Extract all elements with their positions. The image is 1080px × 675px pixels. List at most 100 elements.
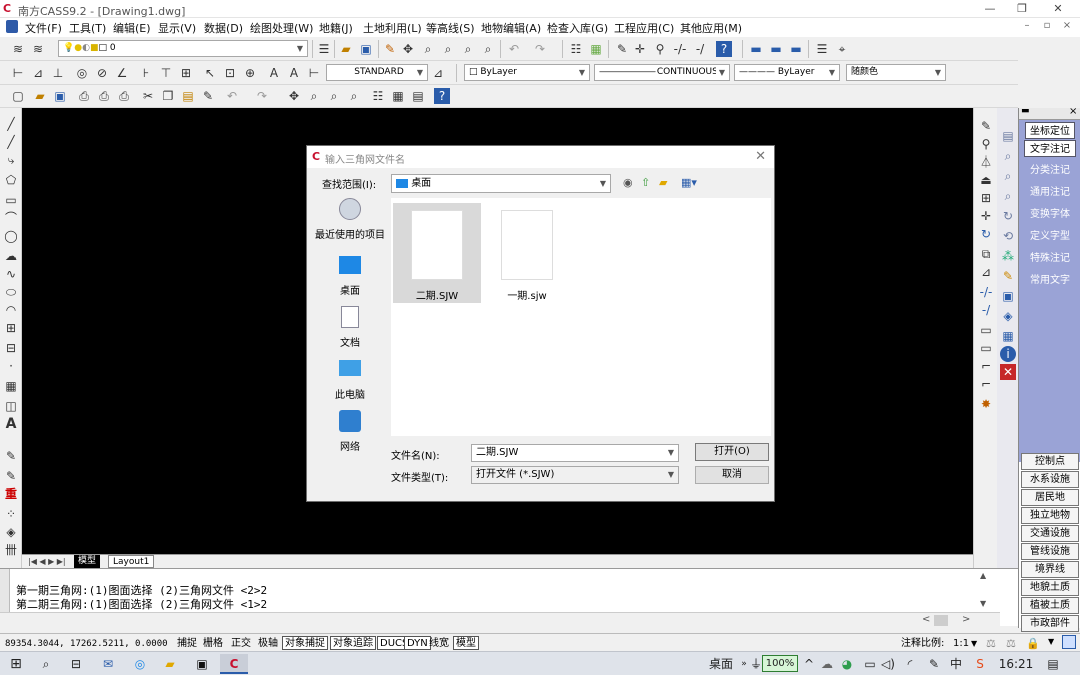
- panel-button-vegetation[interactable]: 植被土质: [1021, 597, 1079, 614]
- explode-icon[interactable]: ✸: [978, 396, 994, 412]
- panel-button-residential[interactable]: 居民地: [1021, 489, 1079, 506]
- tool-palette-icon[interactable]: ▤: [410, 88, 426, 104]
- dim-diameter-icon[interactable]: ⊘: [94, 65, 110, 81]
- clock[interactable]: 16:21: [998, 654, 1034, 674]
- menu-view[interactable]: 显示(V): [158, 20, 196, 36]
- node-icon[interactable]: ⚲: [652, 41, 668, 57]
- desktop-toolbar-label[interactable]: 桌面: [706, 654, 736, 674]
- line-join-icon[interactable]: -/: [692, 41, 708, 57]
- file-list[interactable]: 二期.SJW 一期.sjw: [391, 198, 771, 436]
- mtext-icon[interactable]: A: [3, 416, 19, 432]
- menu-landuse[interactable]: 土地利用(L): [363, 20, 422, 36]
- chevron-right-icon[interactable]: »: [738, 654, 750, 674]
- menu-cadastral[interactable]: 地籍(J): [319, 20, 353, 36]
- zoom-tool-icon[interactable]: ⌕: [1000, 148, 1016, 164]
- rotate-icon[interactable]: ↻: [978, 226, 994, 242]
- array-icon[interactable]: ⊞: [978, 190, 994, 206]
- hatch-icon[interactable]: ▦: [3, 378, 19, 394]
- make-block-icon[interactable]: ⊟: [3, 340, 19, 356]
- filename-input[interactable]: 二期.SJW ▼: [471, 444, 679, 462]
- scroll-up-icon[interactable]: ▲: [980, 571, 986, 580]
- panel-item-text-note[interactable]: 文字注记: [1024, 140, 1076, 157]
- panel-button-pipeline[interactable]: 管线设施: [1021, 543, 1079, 560]
- plot-preview-icon[interactable]: ⎙: [96, 88, 112, 104]
- dim-ordinate-icon[interactable]: ⊥: [50, 65, 66, 81]
- dim-text-edit-icon[interactable]: A: [286, 65, 302, 81]
- move-icon[interactable]: ✛: [632, 41, 648, 57]
- toggle-otrack[interactable]: 对象追踪: [330, 636, 376, 650]
- zoom-extents-icon[interactable]: ⌕: [460, 41, 476, 57]
- restore-button[interactable]: ❐: [1004, 0, 1040, 18]
- dialog-close-icon[interactable]: ✕: [755, 149, 766, 164]
- polyline-icon[interactable]: ⤷: [3, 152, 19, 168]
- plot-icon[interactable]: ▬: [768, 41, 784, 57]
- id-point-icon[interactable]: ⌖: [834, 41, 850, 57]
- snap-icon[interactable]: ⁘: [3, 506, 19, 522]
- ime-icon[interactable]: 中: [948, 654, 964, 674]
- mdi-close-icon[interactable]: ×: [1060, 20, 1074, 34]
- pen-icon[interactable]: ✎: [382, 41, 398, 57]
- dim-edit-icon[interactable]: A: [266, 65, 282, 81]
- match-prop-icon[interactable]: ✎: [200, 88, 216, 104]
- extend-icon[interactable]: -/: [978, 302, 994, 318]
- place-network[interactable]: 网络: [309, 410, 391, 462]
- menu-other[interactable]: 其他应用(M): [680, 20, 742, 36]
- panel-button-control-point[interactable]: 控制点: [1021, 453, 1079, 470]
- mdi-minimize-icon[interactable]: –: [1020, 20, 1034, 34]
- info-icon[interactable]: i: [1000, 346, 1016, 362]
- copy-object-icon[interactable]: ⚲: [978, 136, 994, 152]
- search-icon[interactable]: ⌕: [36, 654, 56, 674]
- line-break-icon[interactable]: -/-: [672, 41, 688, 57]
- chamfer-icon[interactable]: ⌐: [978, 358, 994, 374]
- zoom-icon-1[interactable]: ⌕: [306, 88, 322, 104]
- place-documents[interactable]: 文档: [309, 306, 391, 358]
- node-tool-icon[interactable]: ⁂: [1000, 248, 1016, 264]
- help-icon-2[interactable]: ?: [434, 88, 450, 104]
- publish-icon[interactable]: ▬: [788, 41, 804, 57]
- filetype-select[interactable]: 打开文件 (*.SJW) ▼: [471, 466, 679, 484]
- move-object-icon[interactable]: ✛: [978, 208, 994, 224]
- close-button[interactable]: ✕: [1040, 0, 1076, 18]
- image-tool-icon[interactable]: ▣: [1000, 288, 1016, 304]
- publish-icon-2[interactable]: ⎙: [116, 88, 132, 104]
- cut-icon[interactable]: ✂: [140, 88, 156, 104]
- wifi-icon[interactable]: ◜: [902, 654, 918, 674]
- text-style-combo[interactable]: STANDARD ▼: [326, 64, 428, 81]
- hscroll-thumb[interactable]: [934, 615, 948, 626]
- refresh-tool-icon[interactable]: ↻: [1000, 208, 1016, 224]
- revision-cloud-icon[interactable]: ☁: [3, 248, 19, 264]
- join-icon[interactable]: ▭: [978, 340, 994, 356]
- construction-line-icon[interactable]: ╱: [3, 134, 19, 150]
- list-icon[interactable]: ☰: [814, 41, 830, 57]
- mirror-icon[interactable]: ⏃: [978, 154, 994, 170]
- line-icon[interactable]: ╱: [3, 116, 19, 132]
- toggle-model[interactable]: 模型: [453, 636, 479, 650]
- layer-tool-icon[interactable]: ▤: [1000, 128, 1016, 144]
- menu-tools[interactable]: 工具(T): [69, 20, 106, 36]
- panel-minimize-icon[interactable]: ▬: [1021, 106, 1030, 116]
- insert-block-icon[interactable]: ⊞: [3, 320, 19, 336]
- menu-feature-edit[interactable]: 地物编辑(A): [481, 20, 541, 36]
- magnify-tool-icon[interactable]: ⌕: [1000, 188, 1016, 204]
- region-icon[interactable]: ◫: [3, 398, 19, 414]
- pan-icon[interactable]: ✥: [400, 41, 416, 57]
- chevron-down-icon[interactable]: ▼: [968, 636, 980, 650]
- place-desktop[interactable]: 桌面: [309, 254, 391, 306]
- zoom-window-icon[interactable]: ⌕: [440, 41, 456, 57]
- scroll-left-icon[interactable]: <: [922, 614, 930, 625]
- panel-button-landform[interactable]: 地貌土质: [1021, 579, 1079, 596]
- view-menu-icon[interactable]: ▦▾: [681, 176, 697, 189]
- volume-icon[interactable]: ◁): [880, 654, 896, 674]
- panel-item-special-note[interactable]: 特殊注记: [1025, 250, 1075, 267]
- leader-icon[interactable]: ↖: [202, 65, 218, 81]
- table-tool-icon[interactable]: ▦: [1000, 328, 1016, 344]
- tray-up-icon[interactable]: ^: [802, 654, 816, 674]
- delete-icon[interactable]: ✕: [1000, 364, 1016, 380]
- spline-icon[interactable]: ∿: [3, 266, 19, 282]
- trim-icon[interactable]: -/-: [978, 284, 994, 300]
- fillet-icon[interactable]: ⌐: [978, 376, 994, 392]
- open-icon[interactable]: ▰: [32, 88, 48, 104]
- pen-tool-icon[interactable]: ✎: [1000, 268, 1016, 284]
- browser-icon[interactable]: ◎: [130, 654, 150, 674]
- menu-drawing[interactable]: 绘图处理(W): [250, 20, 313, 36]
